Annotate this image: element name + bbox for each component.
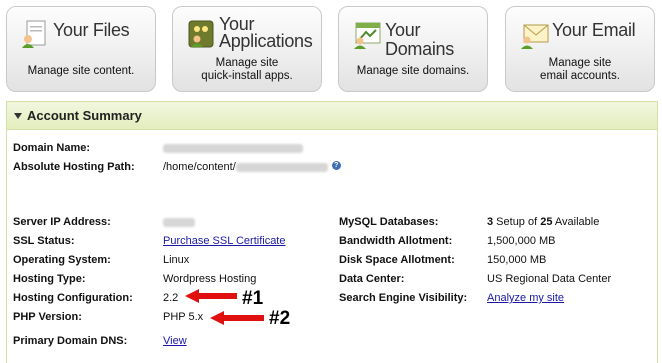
- redacted-ip: [163, 217, 195, 227]
- account-summary-panel: Account Summary Domain Name: Absolute Ho…: [6, 101, 658, 363]
- tile-title-line2: Applications: [219, 31, 313, 51]
- tile-desc: Manage site quick-install apps.: [177, 57, 317, 83]
- quick-links: Your Files Manage site content. Your App…: [0, 0, 662, 96]
- tile-desc: Manage site email accounts.: [510, 57, 650, 83]
- hosting-config-value: 2.2: [163, 292, 179, 304]
- mysql-suffix: Available: [552, 216, 600, 228]
- mysql-mid: Setup of: [493, 216, 541, 228]
- php-version-label: PHP Version:: [13, 311, 82, 323]
- annotation-1: #1: [242, 288, 264, 309]
- disk-space-value: 150,000 MB: [487, 254, 547, 266]
- collapse-triangle-icon[interactable]: [14, 113, 22, 119]
- help-icon[interactable]: ?: [331, 161, 341, 170]
- bandwidth-value: 1,500,000 MB: [487, 235, 556, 247]
- purchase-ssl-link[interactable]: Purchase SSL Certificate: [163, 235, 285, 247]
- view-dns-link[interactable]: View: [163, 335, 187, 347]
- server-ip-value: [163, 216, 195, 228]
- ssl-status-label: SSL Status:: [13, 235, 75, 247]
- tile-desc-line2: quick-install apps.: [201, 70, 293, 82]
- your-email-tile[interactable]: Your Email Manage site email accounts.: [505, 6, 655, 92]
- tile-desc: Manage site content.: [27, 65, 135, 77]
- php-version-value: PHP 5.x: [163, 311, 204, 323]
- account-summary-header[interactable]: Account Summary: [7, 102, 657, 130]
- analyze-site-link[interactable]: Analyze my site: [487, 292, 564, 304]
- tile-desc-line1: Manage site: [548, 57, 612, 69]
- hosting-path-label: Absolute Hosting Path:: [13, 161, 135, 173]
- red-arrow-2-icon: [210, 311, 264, 325]
- os-label: Operating System:: [13, 254, 111, 266]
- os-value: Linux: [163, 254, 190, 266]
- tile-title: Your Files: [53, 20, 130, 40]
- email-icon: [521, 24, 549, 49]
- domain-name-value: [163, 142, 303, 154]
- annotation-2: #2: [269, 308, 291, 329]
- your-domains-tile[interactable]: Your Domains Manage site domains.: [338, 6, 488, 92]
- primary-dns-label: Primary Domain DNS:: [13, 335, 128, 347]
- seo-visibility-label: Search Engine Visibility:: [339, 292, 468, 304]
- red-arrow-1-icon: [185, 289, 237, 303]
- hosting-path-prefix: /home/content/: [163, 161, 236, 173]
- tile-title: Your Domains: [385, 20, 454, 59]
- panel-title: Account Summary: [27, 108, 142, 123]
- applications-icon: [188, 20, 214, 48]
- redacted-domain: [163, 143, 303, 153]
- bandwidth-label: Bandwidth Allotment:: [339, 235, 453, 247]
- tile-desc: Manage site domains.: [356, 65, 470, 77]
- domain-name-label: Domain Name:: [13, 142, 91, 154]
- mysql-label: MySQL Databases:: [339, 216, 439, 228]
- mysql-value: 3 Setup of 25 Available: [487, 216, 599, 228]
- tile-title: Your Email: [552, 20, 636, 40]
- tile-desc-line1: Manage site: [215, 57, 279, 69]
- hosting-type-value: Wordpress Hosting: [163, 273, 257, 285]
- mysql-total: 25: [540, 216, 553, 228]
- your-files-tile[interactable]: Your Files Manage site content.: [6, 6, 156, 92]
- your-applications-tile[interactable]: Your Applications Manage site quick-inst…: [172, 6, 322, 92]
- files-icon: [22, 20, 46, 48]
- redacted-path: [235, 162, 328, 172]
- hosting-config-label: Hosting Configuration:: [13, 292, 133, 304]
- tile-title: Your Applications: [219, 15, 313, 51]
- hosting-path-value: /home/content/?: [163, 161, 341, 173]
- data-center-label: Data Center:: [339, 273, 405, 285]
- data-center-value: US Regional Data Center: [487, 273, 612, 285]
- disk-space-label: Disk Space Allotment:: [339, 254, 455, 266]
- hosting-type-label: Hosting Type:: [13, 273, 86, 285]
- domains-icon: [354, 22, 381, 49]
- server-ip-label: Server IP Address:: [13, 216, 111, 228]
- tile-desc-line2: email accounts.: [540, 70, 620, 82]
